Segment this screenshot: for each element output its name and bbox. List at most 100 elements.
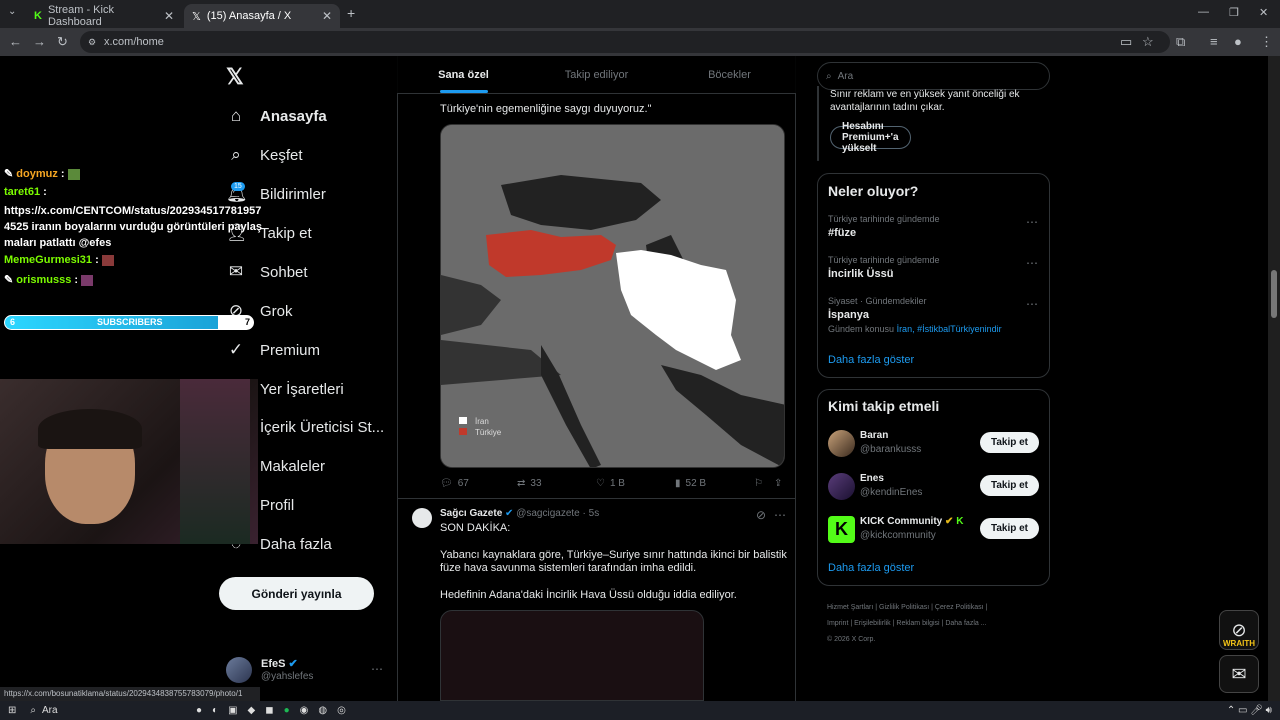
tab-label: Böcekler bbox=[708, 68, 751, 81]
profile-icon[interactable]: ● bbox=[1234, 34, 1242, 49]
back-icon[interactable]: ← bbox=[9, 34, 22, 49]
nav-chat[interactable]: ✉ Sohbet bbox=[226, 254, 308, 290]
tray-icons[interactable]: ⌃ ▭ 🎤︎ 🔊︎ bbox=[1227, 705, 1272, 716]
window-close-icon[interactable]: ✕ bbox=[1259, 6, 1268, 19]
views-button[interactable]: ▮ 52 B bbox=[675, 478, 706, 489]
cast-icon[interactable]: ▭ bbox=[1120, 34, 1132, 50]
nav-explore[interactable]: ⌕ Keşfet bbox=[226, 137, 302, 173]
follow-button[interactable]: Takip et bbox=[980, 432, 1039, 453]
star-icon[interactable]: ☆ bbox=[1142, 34, 1154, 50]
nav-home[interactable]: ⌂ Anasayfa bbox=[226, 98, 327, 134]
footer-link[interactable]: Reklam bilgisi bbox=[896, 620, 939, 627]
bookmark-button[interactable]: ⚐ bbox=[754, 478, 763, 489]
footer-link[interactable]: Gizlilik Politikası bbox=[879, 604, 929, 611]
share-button[interactable]: ⇪ bbox=[774, 478, 782, 489]
reload-icon[interactable]: ↻ bbox=[57, 34, 68, 50]
dot-separator: · bbox=[582, 508, 586, 519]
scrollbar-thumb[interactable] bbox=[1271, 270, 1277, 318]
author-name[interactable]: Sağcı Gazete bbox=[440, 508, 502, 519]
reply-button[interactable]: 💬︎ 67 bbox=[440, 478, 469, 489]
tab-for-you[interactable]: Sana özel bbox=[397, 69, 530, 93]
tab-x-home[interactable]: 𝕏 (15) Anasayfa / X ✕ bbox=[184, 4, 340, 28]
tab-kick-dashboard[interactable]: K Stream - Kick Dashboard ✕ bbox=[26, 4, 182, 28]
footer-link[interactable]: Erişilebilirlik bbox=[854, 620, 891, 627]
premium-upgrade-button[interactable]: Hesabını Premium+'a yükselt bbox=[830, 121, 911, 154]
extensions-icon[interactable]: ⧉ bbox=[1176, 34, 1185, 50]
footer-link[interactable]: Çerez Politikası bbox=[935, 604, 984, 611]
app-icon[interactable]: ◐ bbox=[212, 705, 218, 716]
tab-bugs[interactable]: Böcekler bbox=[663, 69, 796, 81]
avatar[interactable] bbox=[828, 430, 855, 457]
mail-widget[interactable]: ✉ bbox=[1219, 655, 1259, 693]
suggest-handle: @kendinEnes bbox=[860, 487, 923, 498]
suggest-name[interactable]: Enes bbox=[860, 473, 884, 484]
account-more-icon[interactable]: ⋯ bbox=[371, 662, 383, 676]
avatar[interactable] bbox=[828, 473, 855, 500]
tab-search-icon[interactable]: ⌄ bbox=[8, 6, 16, 17]
x-logo-icon[interactable]: 𝕏 bbox=[226, 64, 244, 90]
trend-item[interactable]: İncirlik Üssü bbox=[828, 268, 893, 280]
scrollbar[interactable] bbox=[1268, 56, 1280, 701]
forward-icon[interactable]: → bbox=[33, 34, 46, 49]
folder-icon[interactable]: ▣ bbox=[228, 705, 237, 716]
search-input[interactable]: ⌕ Ara bbox=[817, 62, 1050, 90]
chat-user: orismusss bbox=[16, 274, 72, 286]
footer-link[interactable]: Hizmet Şartları bbox=[827, 604, 873, 611]
restore-icon[interactable]: ❐ bbox=[1229, 6, 1239, 19]
home-icon: ⌂ bbox=[230, 106, 242, 125]
more-icon[interactable]: ⋯ bbox=[1026, 256, 1038, 270]
retweet-icon: ⇄ bbox=[517, 478, 526, 489]
follow-button[interactable]: Takip et bbox=[980, 518, 1039, 539]
app-icon[interactable]: ● bbox=[196, 705, 202, 716]
trend-topic-links[interactable]: İran, #İstikbalTürkiyenindir bbox=[897, 324, 1002, 334]
chrome-icon[interactable]: ◉ bbox=[300, 705, 309, 716]
close-icon[interactable]: ✕ bbox=[164, 9, 174, 23]
minimize-icon[interactable]: — bbox=[1198, 6, 1209, 18]
nav-label: Yer İşaretleri bbox=[260, 380, 344, 398]
new-tab-icon[interactable]: + bbox=[347, 5, 355, 21]
tab-following[interactable]: Takip ediliyor bbox=[530, 69, 663, 81]
discord-icon[interactable]: ◍ bbox=[318, 705, 327, 716]
search-icon[interactable]: ⌕ bbox=[30, 705, 36, 716]
kick-icon[interactable]: K bbox=[828, 516, 855, 543]
emote-icon bbox=[67, 168, 80, 180]
more-icon[interactable]: ⋯ bbox=[1026, 215, 1038, 229]
tweet-map-image[interactable]: İran Türkiye bbox=[440, 124, 785, 468]
show-more-link[interactable]: Daha fazla göster bbox=[828, 562, 914, 574]
close-icon[interactable]: ✕ bbox=[322, 9, 332, 23]
grok-icon[interactable]: ⊘ bbox=[756, 508, 766, 522]
media-icon[interactable]: ≡ bbox=[1210, 34, 1218, 49]
address-bar[interactable]: ⚙ x.com/home bbox=[80, 31, 1170, 53]
suggest-name[interactable]: KICK Community ✔ K bbox=[860, 516, 963, 527]
app-icon[interactable]: ◆ bbox=[248, 705, 256, 716]
retweet-button[interactable]: ⇄ 33 bbox=[517, 478, 542, 489]
app-icon[interactable]: ◼ bbox=[265, 705, 273, 716]
follow-button[interactable]: Takip et bbox=[980, 475, 1039, 496]
footer-link[interactable]: Imprint bbox=[827, 620, 848, 627]
windows-icon[interactable]: ⊞ bbox=[8, 705, 16, 716]
tweet-text: SON DAKİKA: bbox=[440, 522, 511, 534]
show-more-link[interactable]: Daha fazla göster bbox=[828, 354, 914, 366]
post-button[interactable]: Gönderi yayınla bbox=[219, 577, 374, 610]
suggest-name[interactable]: Baran bbox=[860, 430, 888, 441]
like-button[interactable]: ♡ 1 B bbox=[596, 478, 625, 489]
nav-premium[interactable]: ✓ Premium bbox=[226, 332, 320, 368]
more-icon[interactable]: ⋯ bbox=[774, 508, 786, 522]
taskbar-search[interactable]: Ara bbox=[42, 705, 182, 716]
site-info-icon[interactable]: ⚙ bbox=[88, 37, 96, 48]
more-icon[interactable]: ⋯ bbox=[1026, 297, 1038, 311]
account-name[interactable]: EfeS ✔ bbox=[261, 657, 298, 670]
webcam-feed bbox=[0, 379, 258, 544]
share-icon: ⇪ bbox=[774, 478, 783, 489]
spotify-icon[interactable]: ● bbox=[284, 705, 290, 716]
app-icon[interactable]: ◎ bbox=[337, 705, 346, 716]
trend-item[interactable]: İspanya bbox=[828, 309, 869, 321]
trend-item[interactable]: #füze bbox=[828, 227, 856, 239]
nav-label: Profil bbox=[260, 496, 295, 514]
tweet-time[interactable]: 5s bbox=[589, 508, 600, 519]
footer-link[interactable]: Daha fazla ... bbox=[945, 620, 986, 627]
menu-icon[interactable]: ⋮ bbox=[1260, 34, 1273, 50]
tweet-media[interactable] bbox=[440, 610, 704, 701]
avatar[interactable] bbox=[412, 508, 432, 528]
avatar[interactable] bbox=[226, 657, 252, 683]
